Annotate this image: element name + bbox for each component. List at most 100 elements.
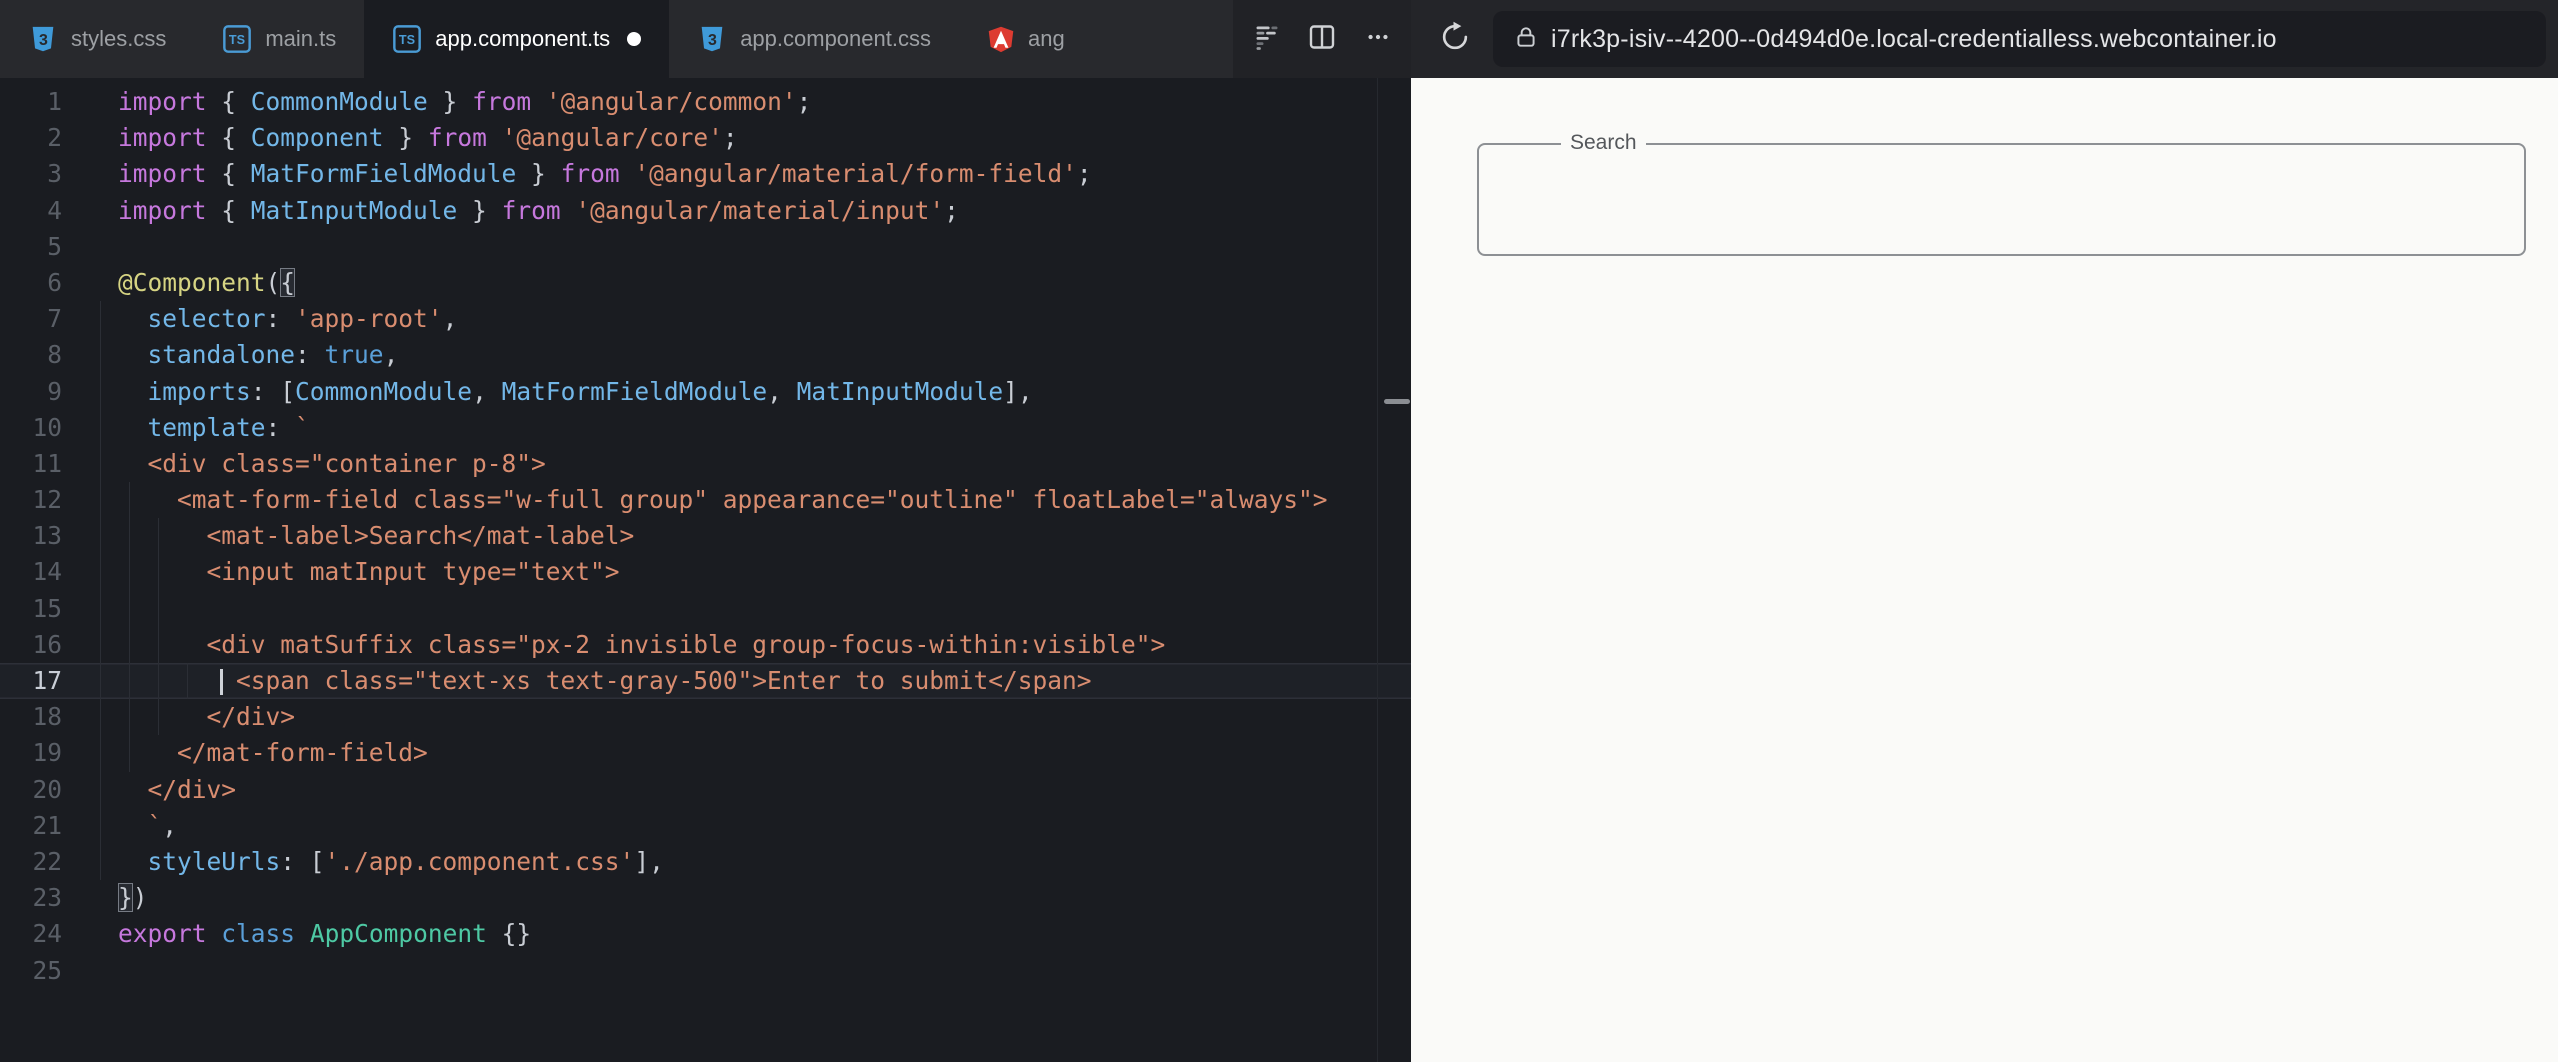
tab-app.component.css[interactable]: 3 app.component.css <box>669 0 959 78</box>
line-number: 18 <box>32 702 62 732</box>
line-number: 19 <box>32 738 62 768</box>
tab-label: main.ts <box>265 26 337 51</box>
line-number: 6 <box>47 267 62 297</box>
line-number: 9 <box>47 376 62 406</box>
code-line-2[interactable]: 2 import { Component } from '@angular/cor… <box>0 120 1411 156</box>
line-content: <div class="container p-8"> <box>118 448 546 478</box>
code-line-16[interactable]: 16 <div matSuffix class="px-2 invisible … <box>0 627 1411 663</box>
line-number: 24 <box>32 919 62 949</box>
indent-guide <box>100 301 101 880</box>
line-content: </div> <box>118 774 237 804</box>
svg-text:TS: TS <box>229 33 245 47</box>
line-number: 11 <box>32 448 62 478</box>
prettier-icon <box>1253 23 1281 56</box>
code-line-22[interactable]: 22 styleUrls: ['./app.component.css'], <box>0 844 1411 880</box>
line-content: `, <box>118 810 178 840</box>
refresh-button[interactable] <box>1433 17 1477 61</box>
tab-styles.css[interactable]: 3 styles.css <box>0 0 195 78</box>
code-line-24[interactable]: 24 export class AppComponent {} <box>0 916 1411 952</box>
line-content: <mat-form-field class="w-full group" app… <box>118 485 1328 515</box>
code-line-9[interactable]: 9 imports: [CommonModule, MatFormFieldMo… <box>0 374 1411 410</box>
url-bar[interactable]: i7rk3p-isiv--4200--0d494d0e.local-creden… <box>1493 11 2546 67</box>
line-content: import { Component } from '@angular/core… <box>118 123 738 153</box>
line-content: standalone: true, <box>147 340 399 370</box>
more-options-button[interactable] <box>1356 17 1400 61</box>
prettier-button[interactable] <box>1245 17 1289 61</box>
code-line-21[interactable]: 21 `, <box>0 808 1411 844</box>
editor-controls <box>1233 0 1411 78</box>
code-line-6[interactable]: 6 @Component({ <box>0 265 1411 301</box>
ts-file-icon: TS <box>392 24 422 54</box>
code-line-7[interactable]: 7 selector: 'app-root', <box>0 301 1411 337</box>
line-content: </div> <box>118 702 296 732</box>
line-number: 5 <box>47 231 62 261</box>
line-number: 3 <box>47 159 62 189</box>
line-number: 7 <box>47 304 62 334</box>
css-file-icon: 3 <box>697 24 727 54</box>
tab-label: app.component.css <box>740 26 931 51</box>
tab-app.component.ts[interactable]: TS app.component.ts <box>364 0 670 78</box>
angular-file-icon <box>987 24 1015 54</box>
line-content <box>80 591 118 627</box>
line-number: 4 <box>47 195 62 225</box>
line-number: 1 <box>47 87 62 116</box>
search-input[interactable] <box>1485 151 2518 248</box>
line-number: 10 <box>32 412 62 442</box>
ts-file-icon: TS <box>222 24 252 54</box>
tab-label: app.component.ts <box>435 26 611 51</box>
code-line-14[interactable]: 14 <input matInput type="text"> <box>0 554 1411 590</box>
tab-main.ts[interactable]: TS main.ts <box>194 0 365 78</box>
line-content <box>80 953 118 989</box>
line-content: <input matInput type="text"> <box>118 557 620 587</box>
line-number: 21 <box>32 810 62 840</box>
app-window: 3 styles.css TS main.ts TS app.component.ts 3 a… <box>0 0 2558 1062</box>
line-content: <span class="text-xs text-gray-500">Ente… <box>220 666 1092 695</box>
line-content: export class AppComponent {} <box>118 919 532 949</box>
code-line-19[interactable]: 19 </mat-form-field> <box>0 735 1411 771</box>
pane-resize-handle[interactable] <box>1384 399 1410 404</box>
search-form-field: Search <box>1477 131 2526 256</box>
code-line-4[interactable]: 4 import { MatInputModule } from '@angula… <box>0 193 1411 229</box>
line-number: 15 <box>32 593 62 623</box>
svg-text:3: 3 <box>708 32 717 49</box>
code-line-17[interactable]: 17 <span class="text-xs text-gray-500">E… <box>0 663 1411 700</box>
line-number: 14 <box>32 557 62 587</box>
code-line-18[interactable]: 18 </div> <box>0 699 1411 735</box>
code-line-20[interactable]: 20 </div> <box>0 772 1411 808</box>
line-content: <mat-label>Search</mat-label> <box>118 521 635 551</box>
tab-ang[interactable]: ang <box>958 0 1093 78</box>
code-line-23[interactable]: 23}) <box>0 880 1411 916</box>
code-line-25[interactable]: 25 <box>0 953 1411 989</box>
line-number: 12 <box>32 485 62 515</box>
split-view-button[interactable] <box>1300 17 1344 61</box>
code-line-13[interactable]: 13 <mat-label>Search</mat-label> <box>0 518 1411 554</box>
line-content: }) <box>118 883 148 913</box>
line-number: 17 <box>32 666 62 695</box>
preview-pane: i7rk3p-isiv--4200--0d494d0e.local-creden… <box>1411 0 2558 1062</box>
svg-text:3: 3 <box>39 32 48 49</box>
line-number: 23 <box>32 883 62 913</box>
code-line-5[interactable]: 5 <box>0 229 1411 265</box>
line-number: 25 <box>32 955 62 985</box>
line-number: 16 <box>32 629 62 659</box>
line-content: selector: 'app-root', <box>147 304 458 334</box>
split-view-icon <box>1306 21 1338 58</box>
line-content: @Component({ <box>118 267 296 297</box>
editor-tab-bar: 3 styles.css TS main.ts TS app.component.ts 3 a… <box>0 0 1411 78</box>
code-line-15[interactable]: 15 <box>0 591 1411 627</box>
indent-guide <box>129 482 130 772</box>
line-content: template: ` <box>147 412 310 442</box>
code-line-11[interactable]: 11 <div class="container p-8"> <box>0 446 1411 482</box>
code-line-1[interactable]: 1 import { CommonModule } from '@angular/… <box>0 84 1411 120</box>
indent-guide <box>187 663 188 699</box>
indent-guide <box>158 518 159 735</box>
svg-text:TS: TS <box>399 33 415 47</box>
code-line-12[interactable]: 12 <mat-form-field class="w-full group" … <box>0 482 1411 518</box>
code-editor[interactable]: 1 import { CommonModule } from '@angular/… <box>0 78 1411 1062</box>
line-content: imports: [CommonModule, MatFormFieldModu… <box>147 376 1033 406</box>
line-content: styleUrls: ['./app.component.css'], <box>147 846 664 876</box>
code-lines: 1 import { CommonModule } from '@angular/… <box>0 84 1411 989</box>
code-line-10[interactable]: 10 template: ` <box>0 410 1411 446</box>
code-line-3[interactable]: 3 import { MatFormFieldModule } from '@an… <box>0 156 1411 192</box>
code-line-8[interactable]: 8 standalone: true, <box>0 337 1411 373</box>
